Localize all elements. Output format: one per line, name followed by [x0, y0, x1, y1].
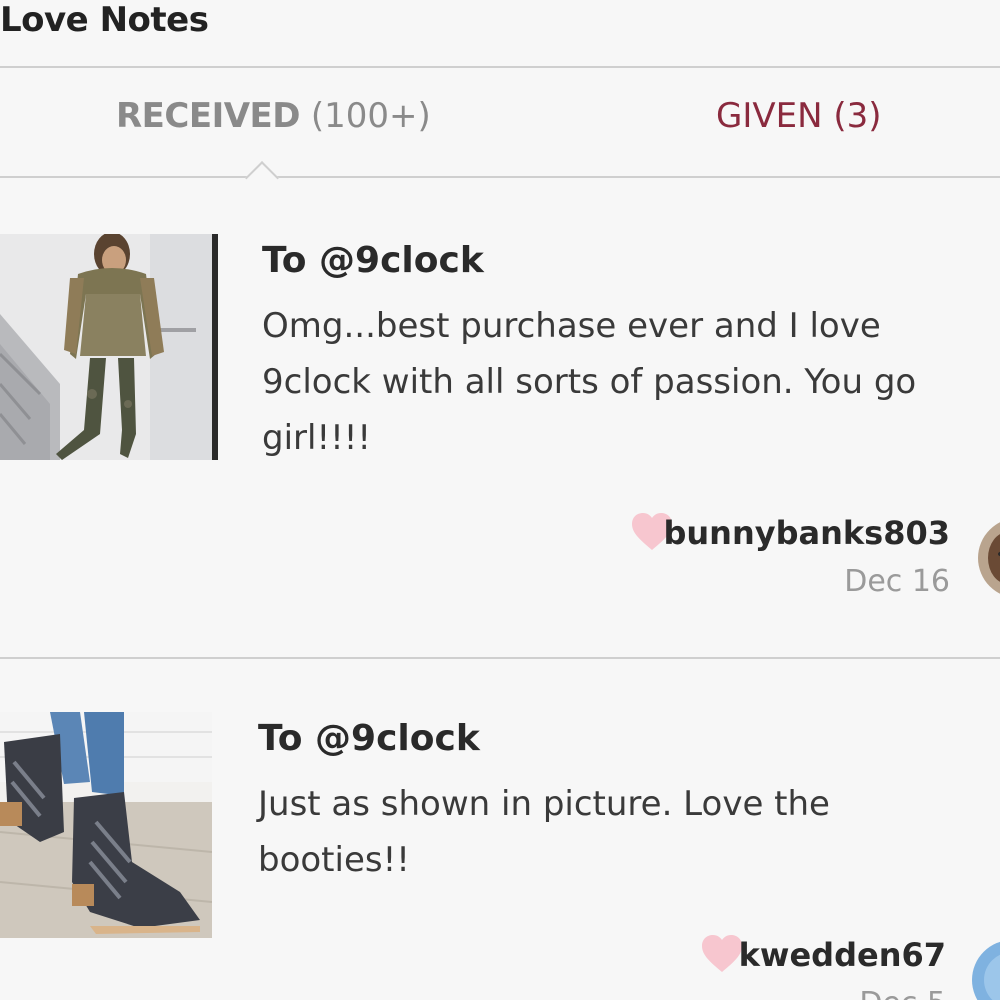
note-date: Dec 5 [700, 986, 946, 1000]
giver-avatar[interactable] [972, 940, 1000, 1000]
page-title: Love Notes [0, 0, 209, 40]
header-divider [0, 66, 1000, 68]
note-recipient: To @9clock [258, 718, 480, 759]
tab-given[interactable]: GIVEN (3) [716, 96, 882, 136]
product-image[interactable] [0, 712, 212, 938]
note-recipient: To @9clock [262, 240, 484, 281]
avatar-photo [972, 940, 1000, 1000]
tab-divider [0, 176, 1000, 178]
note-message: Just as shown in picture. Love the booti… [258, 784, 830, 880]
active-tab-indicator [245, 161, 279, 195]
tab-received-label: RECEIVED [116, 96, 301, 136]
product-image[interactable] [0, 234, 218, 460]
note-message: Omg...best purchase ever and I love 9clo… [262, 306, 917, 458]
giver-username[interactable]: bunnybanks803 [640, 514, 950, 552]
product-photo-outfit [0, 234, 218, 460]
giver-username[interactable]: kwedden67 [700, 936, 946, 974]
tab-given-label: GIVEN (3) [716, 96, 882, 136]
note-date: Dec 16 [844, 564, 950, 599]
note-divider [0, 657, 1000, 659]
tab-received-count: (100+) [310, 96, 431, 136]
tab-bar: RECEIVED (100+) GIVEN (3) [0, 96, 1000, 156]
giver-avatar[interactable] [978, 518, 1000, 598]
love-notes-screen: Love Notes RECEIVED (100+) GIVEN (3) To … [0, 0, 1000, 1000]
tab-received[interactable]: RECEIVED (100+) [116, 96, 431, 136]
product-photo-booties [0, 712, 212, 938]
avatar-photo [978, 518, 1000, 598]
